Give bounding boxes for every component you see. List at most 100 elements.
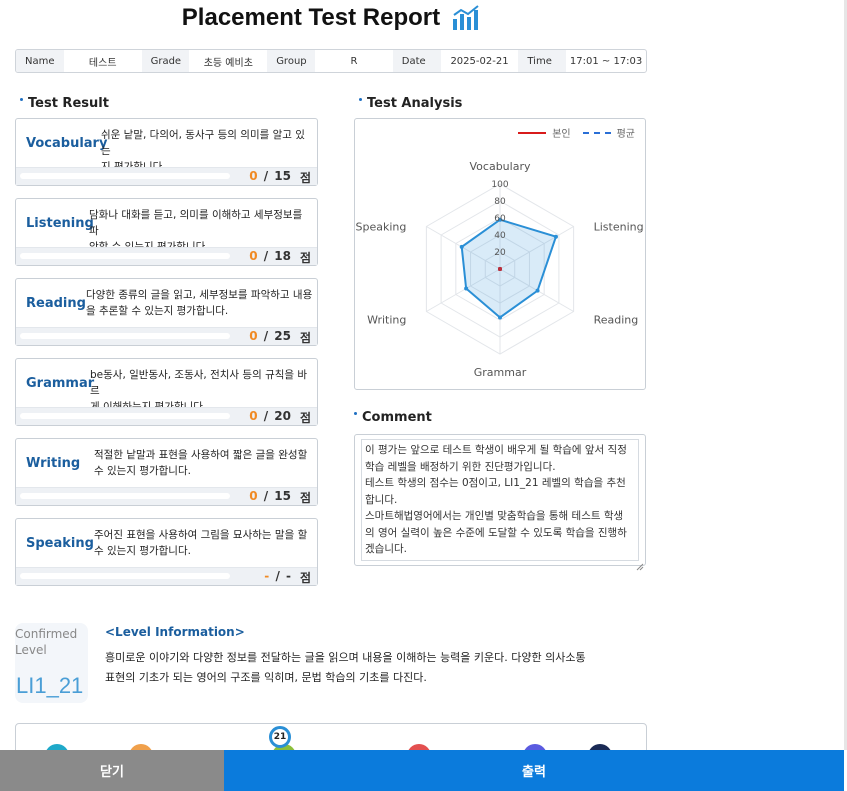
skill-score: 0 / 25 [249,329,291,343]
confirmed-level-card: Confirmed Level LI1_21 [15,623,88,703]
radar-tick-label: 40 [494,231,506,241]
skill-description: 다양한 종류의 글을 읽고, 세부정보를 파악하고 내용 을 추론할 수 있는지… [86,287,313,319]
skill-score: 0 / 18 [249,249,291,263]
score-obtained: 0 [249,169,258,183]
score-obtained: 0 [249,329,258,343]
comment-textarea[interactable]: 이 평가는 앞으로 테스트 학생이 배우게 될 학습에 앞서 직정 학습 레벨을… [361,439,639,561]
radar-axis-label: Grammar [474,366,527,379]
score-total: 25 [274,329,291,343]
time-value: 17:01 ~ 17:03 [569,55,643,67]
score-obtained: - [264,569,270,583]
score-progress-track [20,493,230,499]
radar-tick-label: 100 [491,180,508,190]
comment-heading: Comment [354,410,432,425]
time-label: Time [518,50,567,72]
test-analysis-heading: Test Analysis [359,96,462,111]
score-unit: 점 [299,331,311,345]
comment-panel: 이 평가는 앞으로 테스트 학생이 배우게 될 학습에 앞서 직정 학습 레벨을… [354,434,646,571]
score-bar: 0 / 15 점 [16,487,317,505]
skill-name: Listening [26,216,94,231]
radar-tick-label: 80 [494,197,506,207]
group-value: R [350,55,358,67]
test-result-heading: Test Result [20,96,109,111]
score-total: 15 [274,169,291,183]
level-code: LI1_21 [16,673,84,698]
group-label: Group [267,50,316,72]
radar-axis-label: Speaking [356,221,407,234]
radar-tick-label: 60 [494,214,506,224]
radar-point-average [553,234,558,239]
score-unit: 점 [299,251,311,265]
current-level-marker[interactable]: 21 [269,726,291,748]
skill-score: 0 / 15 [249,489,291,503]
score-bar: 0 / 20 점 [16,407,317,425]
skill-score: 0 / 15 [249,169,291,183]
score-unit: 점 [299,491,311,505]
skill-desc-line1: 적절한 낱말과 표현을 사용하여 짧은 글을 완성할 [94,449,308,461]
skill-desc-line2: 수 있는지 평가합니다. [94,545,191,557]
skill-desc-line1: 담화나 대화를 듣고, 의미를 이해하고 세부정보를 파 [89,209,303,237]
confirmed-level-label: Confirmed Level [15,626,85,658]
level-info-line2: 표현의 기초가 되는 영어의 구조를 익히며, 문법 학습의 기초를 다진다. [105,671,427,684]
skill-description: 주어진 표현을 사용하여 그림을 묘사하는 말을 할 수 있는지 평가합니다. [94,527,313,559]
skill-card-speaking: Speaking 주어진 표현을 사용하여 그림을 묘사하는 말을 할 수 있는… [15,518,318,586]
score-total: - [286,569,291,583]
level-info-description: 흥미로운 이야기와 다양한 정보를 전달하는 글을 읽으며 내용을 이해하는 능… [105,648,645,688]
name-value: 테스트 [88,57,117,69]
score-unit: 점 [299,571,311,585]
radar-axis-label: Reading [594,314,639,327]
radar-axis-label: Listening [594,221,644,234]
score-total: 15 [274,489,291,503]
skill-card-listening: Listening 담화나 대화를 듣고, 의미를 이해하고 세부정보를 파 악… [15,198,318,266]
grade-value: 초등 예비초 [203,57,253,69]
radar-chart: 20 40 60 80 100 Vocabulary Listening Reading Gra… [356,160,644,379]
skill-desc-line1: be동사, 일반동사, 조동사, 전치사 등의 규칙을 바르 [90,369,308,397]
skill-score: 0 / 20 [249,409,291,423]
skill-card-reading: Reading 다양한 종류의 글을 읽고, 세부정보를 파악하고 내용 을 추… [15,278,318,346]
skill-desc-line2: 을 추론할 수 있는지 평가합니다. [86,305,229,317]
skill-desc-line1: 주어진 표현을 사용하여 그림을 묘사하는 말을 할 [94,529,308,541]
radar-axis-label: Vocabulary [470,160,531,173]
score-unit: 점 [299,171,311,185]
score-total: 18 [274,249,291,263]
print-button[interactable]: 출력 [224,750,844,791]
radar-point-average [498,315,502,320]
skill-desc-line1: 다양한 종류의 글을 읽고, 세부정보를 파악하고 내용 [86,289,313,301]
skill-description: 적절한 낱말과 표현을 사용하여 짧은 글을 완성할 수 있는지 평가합니다. [94,447,313,479]
skill-name: Writing [26,456,81,471]
radar-series-average [460,218,558,319]
score-progress-track [20,173,230,179]
score-progress-track [20,253,230,259]
bottom-action-bar: 닫기 출력 [0,750,844,791]
skill-card-writing: Writing 적절한 낱말과 표현을 사용하여 짧은 글을 완성할 수 있는지… [15,438,318,506]
score-obtained: 0 [249,409,258,423]
grade-label: Grade [141,50,190,72]
score-total: 20 [274,409,291,423]
radar-axis-label: Writing [367,314,406,327]
score-obtained: 0 [249,489,258,503]
level-info-line1: 흥미로운 이야기와 다양한 정보를 전달하는 글을 읽으며 내용을 이해하는 능… [105,651,586,664]
score-bar: 0 / 18 점 [16,247,317,265]
test-analysis-chart: 본인 평균 20 40 60 80 100 Vocabulary Listening Read… [354,118,646,390]
student-info-bar: Name 테스트 Grade 초등 예비초 Group R Date 2025-… [15,49,647,73]
level-info-title: <Level Information> [105,625,245,639]
radar-point-average [464,286,469,291]
skill-card-vocabulary: Vocabulary 쉬운 낱말, 다의어, 동사구 등의 의미를 알고 있는 … [15,118,318,186]
report-header: Placement Test Report [0,4,663,36]
close-button[interactable]: 닫기 [0,750,224,791]
skill-name: Reading [26,296,86,311]
date-label: Date [392,50,441,72]
score-unit: 점 [299,411,311,425]
score-bar: 0 / 15 점 [16,167,317,185]
skill-desc-line1: 쉬운 낱말, 다의어, 동사구 등의 의미를 알고 있는 [101,129,305,157]
score-progress-track [20,573,230,579]
score-bar: 0 / 25 점 [16,327,317,345]
radar-tick-label: 20 [494,248,506,258]
score-progress-track [20,333,230,339]
skill-score: - / - [264,569,291,583]
skill-desc-line2: 수 있는지 평가합니다. [94,465,191,477]
score-progress-track [20,413,230,419]
score-obtained: 0 [249,249,258,263]
resize-grip-icon[interactable] [636,556,644,571]
skill-card-grammar: Grammar be동사, 일반동사, 조동사, 전치사 등의 규칙을 바르 게… [15,358,318,426]
